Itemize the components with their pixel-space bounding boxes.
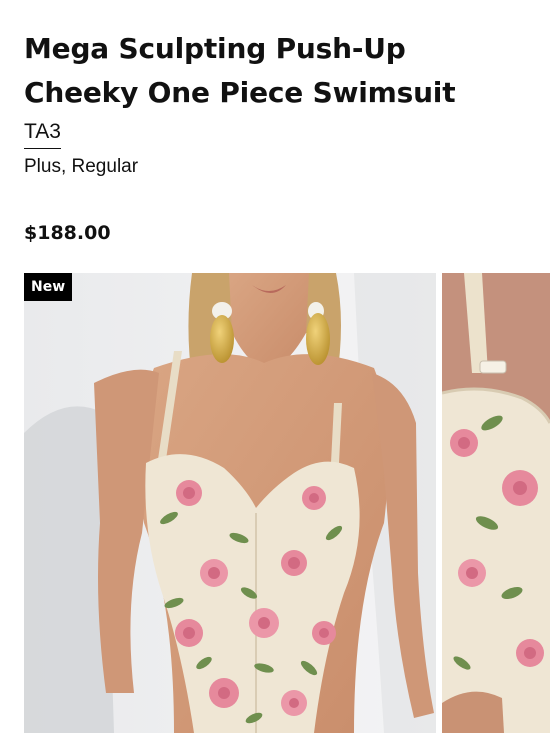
product-page: · · · Mega Sculpting Push-Up Cheeky One … — [0, 0, 550, 733]
new-badge: New — [24, 273, 73, 301]
image-gallery[interactable]: New — [24, 273, 550, 733]
product-price: $188.00 — [24, 222, 111, 244]
strap-closeup-photo — [442, 273, 550, 733]
model-photo — [24, 273, 436, 733]
brand-link[interactable]: TA3 — [24, 118, 61, 149]
size-options: Plus, Regular — [24, 156, 139, 177]
product-image-main[interactable]: New — [24, 273, 436, 733]
product-image-next[interactable] — [442, 273, 550, 733]
product-title: Mega Sculpting Push-Up Cheeky One Piece … — [24, 32, 456, 109]
breadcrumb-cutoff: · · · — [24, 0, 154, 4]
